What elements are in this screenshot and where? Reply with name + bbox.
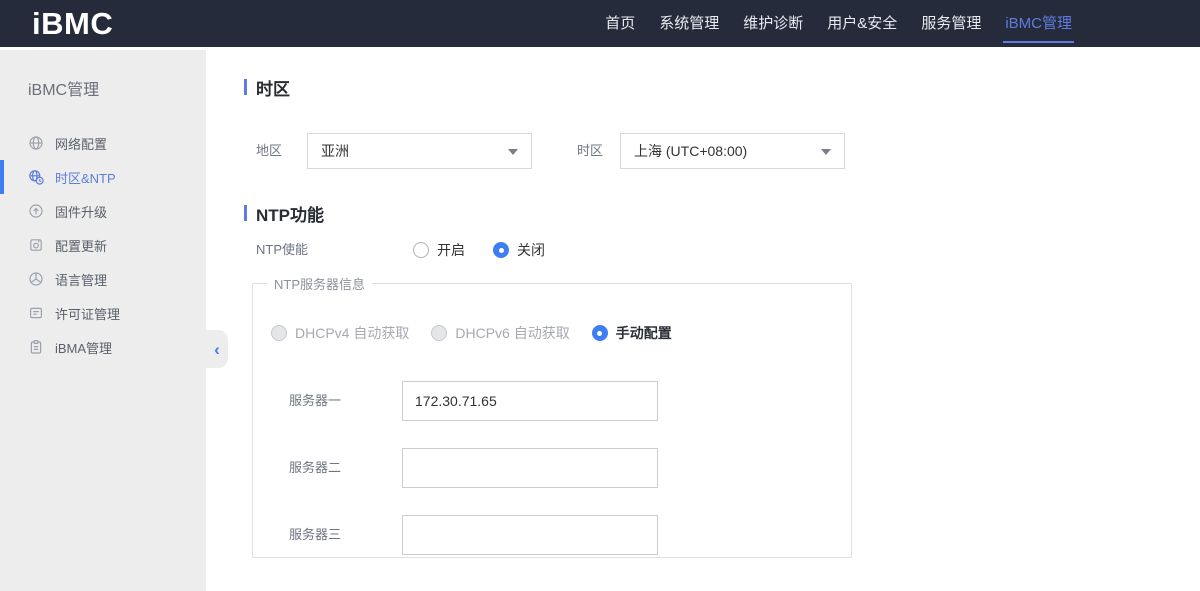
ntp-enable-on-label: 开启 xyxy=(437,242,465,258)
ibma-clipboard-icon xyxy=(30,340,42,354)
sidebar: iBMC管理 网络配置 时区&NTP 固件升级 配置更新 语言管理 许可证管理 … xyxy=(0,50,206,591)
sidebar-item-firmware-upgrade[interactable]: 固件升级 xyxy=(0,194,206,228)
radio-checked-icon xyxy=(493,242,509,258)
radio-unchecked-icon xyxy=(413,242,429,258)
nav-item-maintenance-diagnostics[interactable]: 维护诊断 xyxy=(743,0,803,47)
ntp-enable-on-option[interactable]: 开启 xyxy=(413,240,465,260)
server1-label: 服务器一 xyxy=(289,393,342,408)
radio-disabled-icon xyxy=(271,325,287,341)
zone-label: 时区 xyxy=(577,143,604,158)
sidebar-item-label: 网络配置 xyxy=(55,136,108,152)
sidebar-item-timezone-ntp[interactable]: 时区&NTP xyxy=(0,160,206,194)
sidebar-item-label: 语言管理 xyxy=(55,272,108,288)
sidebar-item-ibma-management[interactable]: iBMA管理 xyxy=(0,330,206,364)
ntp-enable-off-label: 关闭 xyxy=(517,242,545,258)
language-icon xyxy=(29,272,43,286)
sidebar-item-language-management[interactable]: 语言管理 xyxy=(0,262,206,296)
ntp-mode-radio-group: DHCPv4 自动获取 DHCPv6 自动获取 手动配置 xyxy=(271,323,672,343)
sidebar-item-network-config[interactable]: 网络配置 xyxy=(0,126,206,160)
license-icon xyxy=(29,307,43,319)
sidebar-title: iBMC管理 xyxy=(28,82,100,99)
config-update-icon xyxy=(30,239,42,251)
sidebar-item-label: 固件升级 xyxy=(55,204,108,220)
title-accent-bar xyxy=(244,79,247,95)
ntp-mode-manual-label: 手动配置 xyxy=(615,325,672,341)
sidebar-item-label: iBMA管理 xyxy=(55,340,113,356)
server3-input[interactable] xyxy=(402,515,658,555)
ntp-enable-off-option[interactable]: 关闭 xyxy=(493,240,545,260)
timezone-section-title-text: 时区 xyxy=(256,79,290,99)
sidebar-item-label: 配置更新 xyxy=(55,238,108,254)
server1-input[interactable] xyxy=(402,381,658,421)
network-globe-icon xyxy=(29,136,43,150)
server3-label: 服务器三 xyxy=(289,527,342,542)
ibmc-logo: iBMC xyxy=(32,6,114,41)
ntp-server-group: NTP服务器信息 DHCPv4 自动获取 DHCPv6 自动获取 手动配置 服务… xyxy=(252,274,852,558)
ntp-enable-radio-group: 开启 关闭 xyxy=(413,235,545,265)
region-select[interactable]: 亚洲 xyxy=(307,133,532,169)
top-navbar: iBMC 首页 系统管理 维护诊断 用户&安全 服务管理 iBMC管理 xyxy=(0,0,1200,47)
chevron-left-icon: ‹ xyxy=(214,339,220,359)
ntp-section-title: NTP功能 xyxy=(244,204,324,225)
title-accent-bar xyxy=(244,205,247,221)
region-label: 地区 xyxy=(256,143,283,158)
region-select-value: 亚洲 xyxy=(321,143,349,159)
sidebar-item-config-update[interactable]: 配置更新 xyxy=(0,228,206,262)
timezone-select-value: 上海 (UTC+08:00) xyxy=(634,143,748,159)
timezone-section-title: 时区 xyxy=(244,78,290,99)
sidebar-collapse-button[interactable]: ‹ xyxy=(206,330,228,368)
ntp-server-group-legend: NTP服务器信息 xyxy=(274,277,366,292)
ntp-section-title-text: NTP功能 xyxy=(256,205,324,225)
radio-checked-icon xyxy=(591,325,608,341)
nav-item-home[interactable]: 首页 xyxy=(605,0,635,47)
timezone-select[interactable]: 上海 (UTC+08:00) xyxy=(620,133,845,169)
server2-label: 服务器二 xyxy=(289,460,342,475)
chevron-down-icon xyxy=(508,149,518,155)
nav-item-user-security[interactable]: 用户&安全 xyxy=(827,0,897,47)
nav-item-ibmc-management[interactable]: iBMC管理 xyxy=(1003,0,1074,47)
ntp-enable-label: NTP使能 xyxy=(256,242,309,257)
sidebar-menu: 网络配置 时区&NTP 固件升级 配置更新 语言管理 许可证管理 iBMA管理 xyxy=(0,126,206,364)
ntp-mode-dhcpv6-option: DHCPv6 自动获取 xyxy=(431,323,570,343)
radio-disabled-icon xyxy=(431,325,448,341)
ntp-mode-manual-option[interactable]: 手动配置 xyxy=(591,323,672,343)
ntp-mode-dhcpv4-option: DHCPv4 自动获取 xyxy=(271,323,409,343)
sidebar-item-label: 许可证管理 xyxy=(55,306,121,322)
firmware-upgrade-icon xyxy=(29,204,43,218)
nav-item-system-management[interactable]: 系统管理 xyxy=(659,0,719,47)
chevron-down-icon xyxy=(821,149,831,155)
nav-item-service-management[interactable]: 服务管理 xyxy=(921,0,981,47)
sidebar-item-label: 时区&NTP xyxy=(55,170,116,186)
timezone-clock-icon xyxy=(29,170,44,185)
ntp-mode-dhcpv4-label: DHCPv4 自动获取 xyxy=(295,325,410,341)
top-nav-menu: 首页 系统管理 维护诊断 用户&安全 服务管理 iBMC管理 xyxy=(605,0,1074,47)
server2-input[interactable] xyxy=(402,448,658,488)
ntp-mode-dhcpv6-label: DHCPv6 自动获取 xyxy=(455,325,570,341)
sidebar-item-license-management[interactable]: 许可证管理 xyxy=(0,296,206,330)
